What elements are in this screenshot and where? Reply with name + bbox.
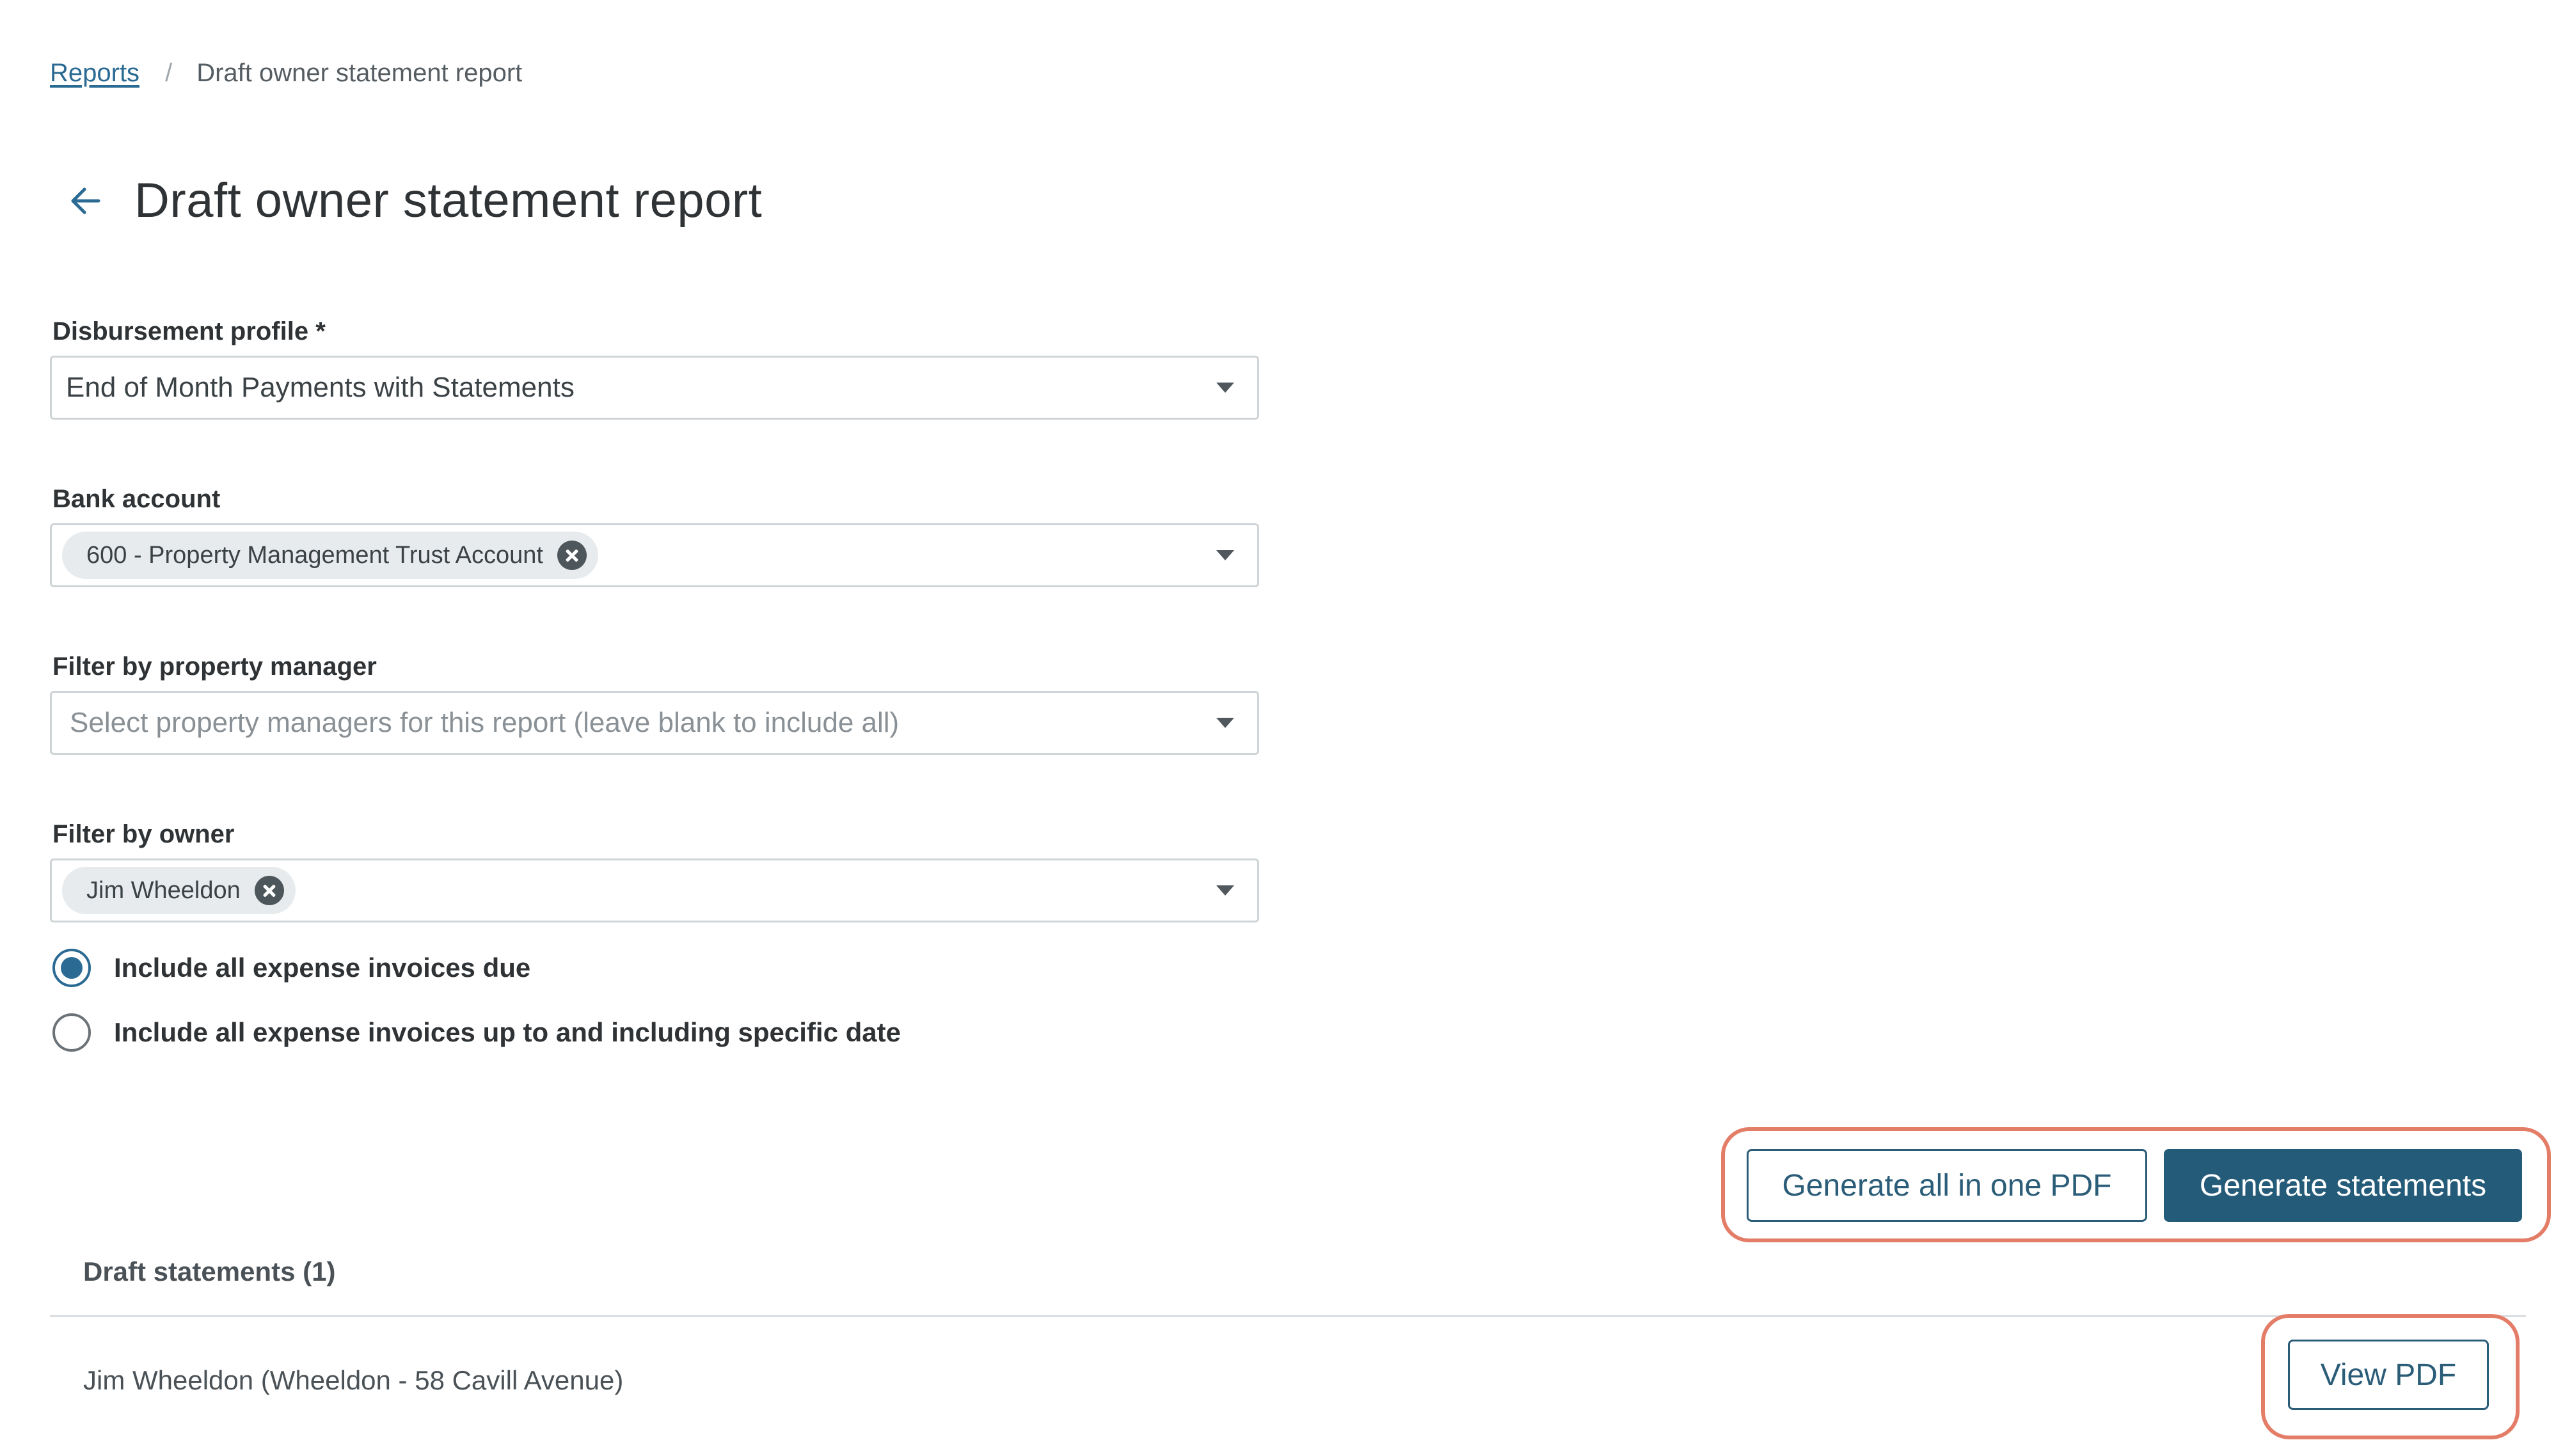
page-title: Draft owner statement report bbox=[134, 173, 763, 228]
bank-account-label: Bank account bbox=[52, 485, 221, 513]
disbursement-profile-label: Disbursement profile * bbox=[52, 317, 326, 345]
divider bbox=[50, 1315, 2526, 1317]
radio-label: Include all expense invoices up to and i… bbox=[114, 1017, 901, 1047]
bank-account-chip-label: 600 - Property Management Trust Account bbox=[86, 541, 543, 569]
breadcrumb-separator: / bbox=[165, 59, 173, 87]
radio-button-checked[interactable] bbox=[52, 949, 91, 987]
radio-label: Include all expense invoices due bbox=[114, 953, 531, 983]
owner-chip: Jim Wheeldon bbox=[62, 867, 296, 914]
breadcrumb-link-reports[interactable]: Reports bbox=[50, 59, 139, 88]
disbursement-profile-select[interactable]: End of Month Payments with Statements bbox=[50, 356, 1259, 420]
remove-chip-icon[interactable] bbox=[557, 541, 587, 570]
owner-chip-label: Jim Wheeldon bbox=[86, 876, 241, 904]
radio-button[interactable] bbox=[52, 1013, 91, 1052]
property-manager-placeholder: Select property managers for this report… bbox=[70, 707, 900, 738]
radio-include-up-to-date[interactable]: Include all expense invoices up to and i… bbox=[52, 1013, 901, 1052]
draft-statement-row: Jim Wheeldon (Wheeldon - 58 Cavill Avenu… bbox=[83, 1365, 624, 1395]
remove-chip-icon[interactable] bbox=[254, 876, 284, 905]
owner-label: Filter by owner bbox=[52, 820, 235, 848]
chevron-down-icon bbox=[1216, 550, 1234, 560]
radio-include-all-due[interactable]: Include all expense invoices due bbox=[52, 949, 530, 987]
property-manager-label: Filter by property manager bbox=[52, 653, 377, 681]
breadcrumb-current: Draft owner statement report bbox=[196, 59, 523, 87]
property-manager-select[interactable]: Select property managers for this report… bbox=[50, 691, 1259, 755]
draft-statements-title: Draft statements (1) bbox=[83, 1256, 336, 1286]
chevron-down-icon bbox=[1216, 383, 1234, 393]
generate-all-pdf-button[interactable]: Generate all in one PDF bbox=[1747, 1149, 2147, 1222]
chevron-down-icon bbox=[1216, 885, 1234, 896]
bank-account-chip: 600 - Property Management Trust Account bbox=[62, 532, 598, 579]
view-pdf-button[interactable]: View PDF bbox=[2288, 1340, 2489, 1410]
page-header: Draft owner statement report bbox=[63, 173, 762, 228]
arrow-left-icon[interactable] bbox=[63, 178, 109, 224]
bank-account-select[interactable]: 600 - Property Management Trust Account bbox=[50, 523, 1259, 587]
breadcrumb: Reports / Draft owner statement report bbox=[50, 59, 522, 88]
generate-statements-button[interactable]: Generate statements bbox=[2164, 1149, 2522, 1222]
owner-select[interactable]: Jim Wheeldon bbox=[50, 859, 1259, 922]
disbursement-profile-value: End of Month Payments with Statements bbox=[66, 372, 575, 403]
chevron-down-icon bbox=[1216, 718, 1234, 728]
